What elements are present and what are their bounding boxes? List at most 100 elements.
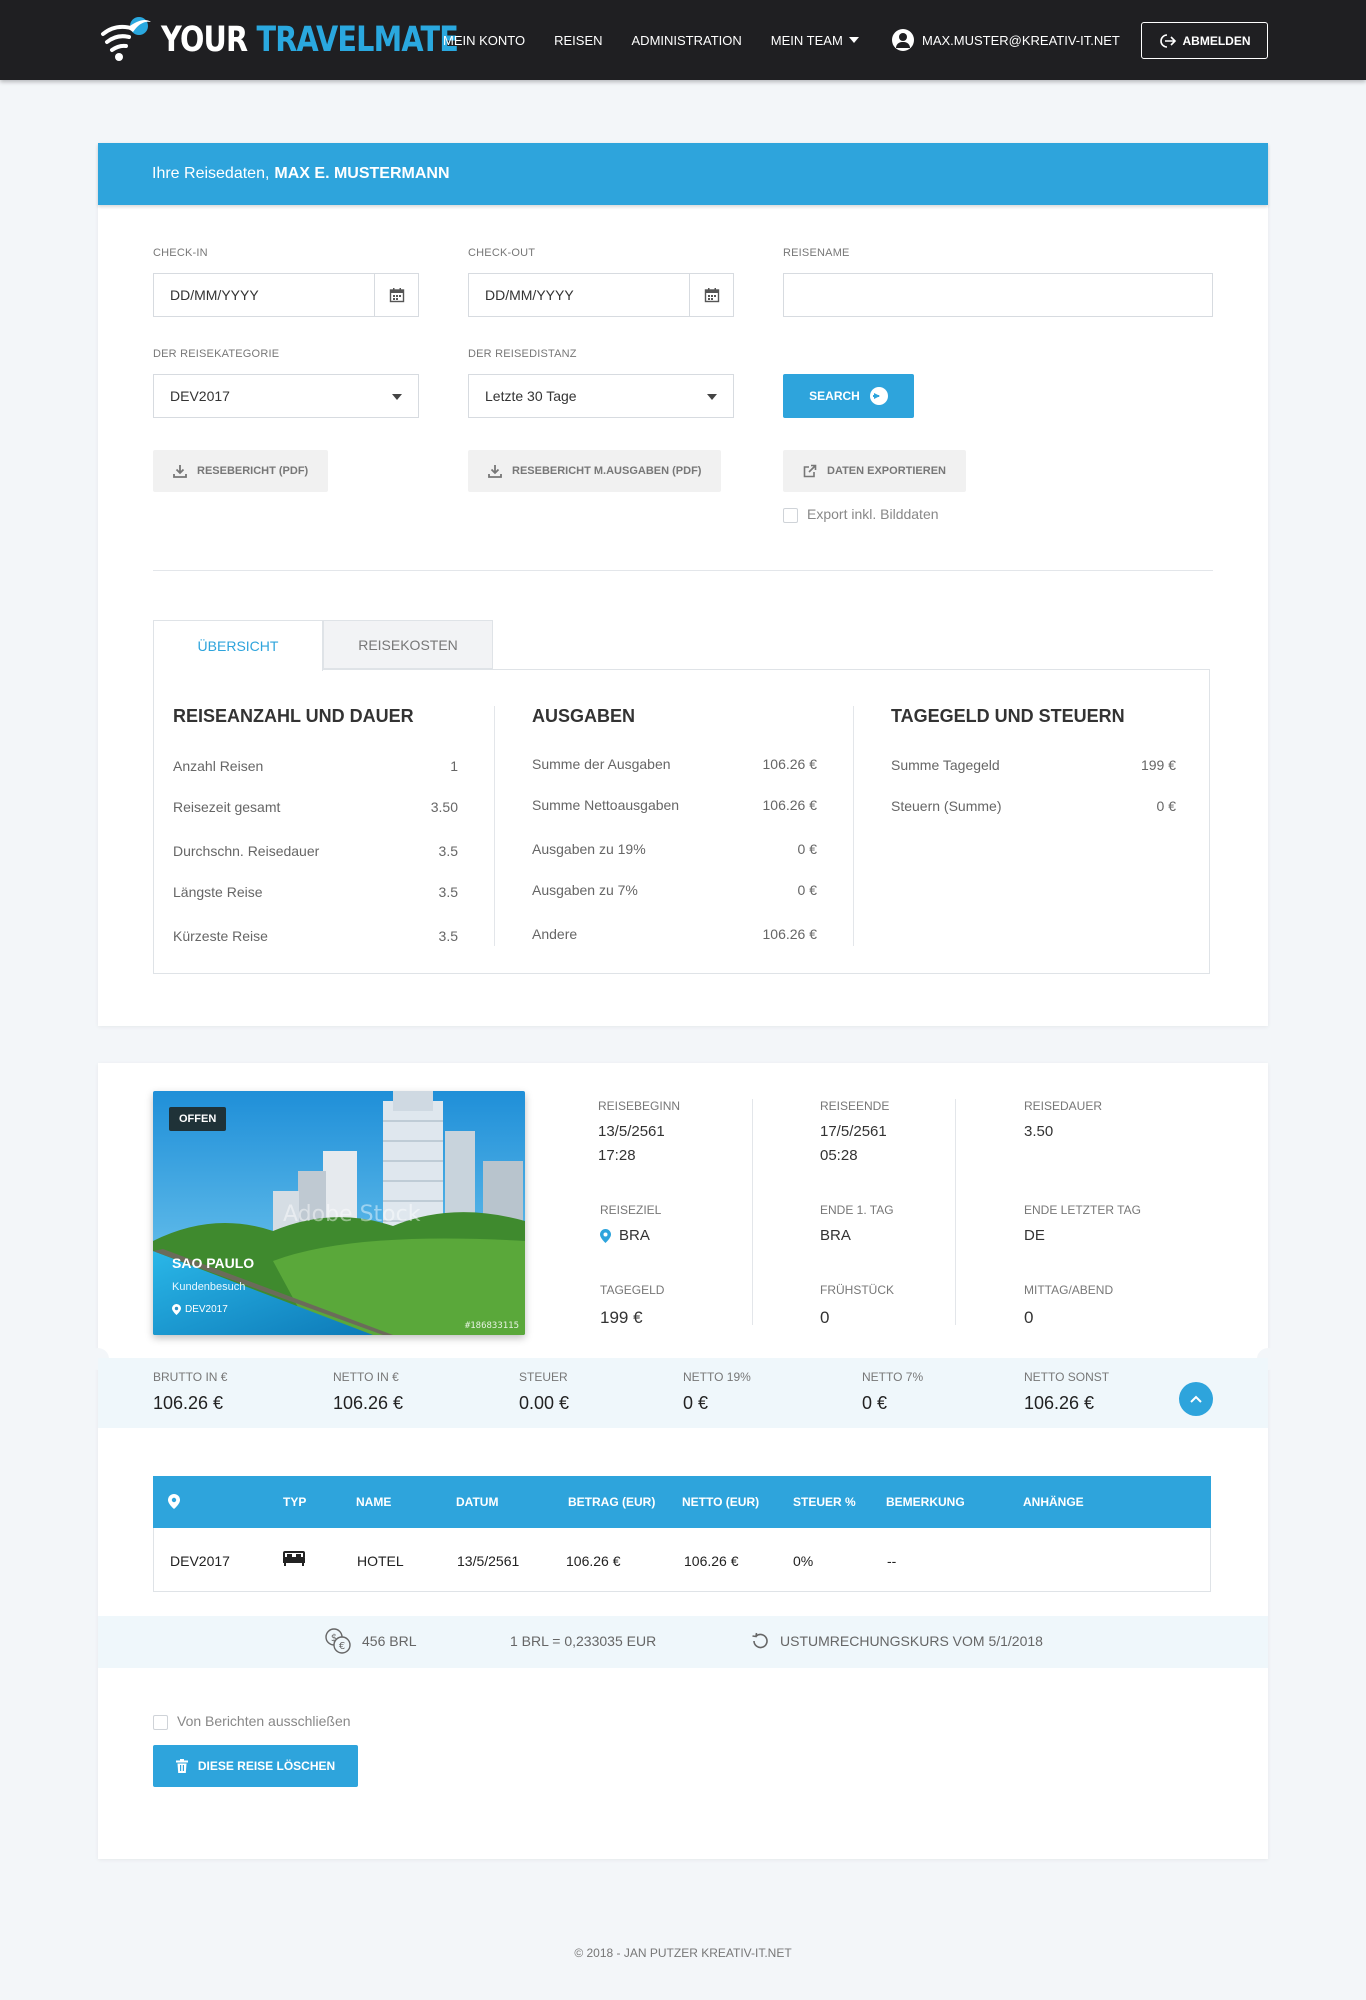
stat-value: 0 €: [797, 882, 817, 898]
delete-trip-button[interactable]: DIESE REISE LÖSCHEN: [153, 1745, 358, 1787]
column-divider: [853, 706, 854, 946]
col-title-ausgaben: AUSGABEN: [532, 706, 636, 726]
reisename-input[interactable]: [783, 273, 1213, 317]
distanz-value: Letzte 30 Tage: [485, 388, 577, 404]
nav-mein-team-label: MEIN TEAM: [770, 32, 843, 48]
stat-label: Längste Reise: [173, 884, 263, 900]
end-first-day-value: BRA: [820, 1227, 851, 1244]
main-nav: MEIN KONTO REISEN ADMINISTRATION MEIN TE…: [443, 0, 888, 80]
col-header-netto[interactable]: NETTO (EUR): [682, 1495, 759, 1509]
nav-administration[interactable]: ADMINISTRATION: [632, 33, 742, 48]
exclude-reports-checkbox[interactable]: [153, 1715, 168, 1730]
trip-subtitle: Kundenbesuch: [172, 1281, 246, 1293]
breakfast-value: 0: [820, 1308, 830, 1327]
tab-reisekosten[interactable]: REISEKOSTEN: [323, 620, 493, 669]
export-data-label: DATEN EXPORTIEREN: [827, 465, 946, 477]
trash-icon: [175, 1759, 188, 1773]
col-title-reiseanzahl: REISEANZAHL UND DAUER: [173, 706, 414, 726]
total-value: 0 €: [683, 1393, 709, 1413]
total-value: 106.26 €: [1024, 1393, 1095, 1413]
stat-label: Summe Tagegeld: [891, 757, 1000, 773]
logout-label: ABMELDEN: [1182, 33, 1251, 48]
distanz-select[interactable]: Letzte 30 Tage: [468, 374, 734, 418]
stat-label: Anzahl Reisen: [173, 758, 264, 774]
stat-value: 3.5: [438, 928, 458, 944]
logout-button[interactable]: ABMELDEN: [1141, 22, 1268, 59]
kategorie-label: DER REISEKATEGORIE: [153, 348, 280, 360]
col-header-typ[interactable]: TYP: [283, 1495, 306, 1509]
footer-copyright: © 2018 - JAN PUTZER KREATIV-IT.NET: [574, 1946, 792, 1960]
logo-word-your: YOUR: [161, 19, 248, 60]
col-header-steuer[interactable]: STEUER %: [793, 1495, 856, 1509]
user-avatar-icon: [892, 29, 914, 51]
calendar-icon[interactable]: [689, 274, 733, 316]
stat-value: 3.5: [438, 843, 458, 859]
column-divider: [955, 1099, 956, 1325]
col-header-anhaenge[interactable]: ANHÄNGE: [1023, 1495, 1084, 1509]
total-label: NETTO SONST: [1024, 1370, 1110, 1384]
report-expenses-pdf-button[interactable]: RESEBERICHT M.AUSGABEN (PDF): [468, 450, 722, 492]
tab-uebersicht[interactable]: ÜBERSICHT: [153, 620, 323, 671]
kategorie-select[interactable]: DEV2017: [153, 374, 419, 418]
totals-band: BRUTTO IN € 106.26 € NETTO IN € 106.26 €…: [98, 1358, 1268, 1428]
collapse-toggle-button[interactable]: [1179, 1382, 1213, 1416]
stat-label: Kürzeste Reise: [173, 928, 268, 944]
duration-label: REISEDAUER: [1024, 1099, 1103, 1113]
export-images-label: Export inkl. Bilddaten: [807, 506, 939, 522]
col-header-name[interactable]: NAME: [356, 1495, 391, 1509]
export-images-checkbox[interactable]: [783, 508, 798, 523]
stat-label: Ausgaben zu 19%: [532, 841, 646, 857]
trip-tag: DEV2017: [172, 1304, 228, 1315]
total-value: 106.26 €: [153, 1393, 224, 1413]
stat-value: 106.26 €: [762, 926, 818, 942]
cell-location: DEV2017: [170, 1553, 230, 1569]
search-label: SEARCH: [809, 389, 860, 403]
nav-mein-team[interactable]: MEIN TEAM: [771, 33, 859, 48]
header-user-name: MAX E. MUSTERMANN: [274, 165, 450, 182]
nav-reisen[interactable]: REISEN: [554, 33, 602, 48]
cell-name: HOTEL: [357, 1553, 404, 1569]
destination-code: BRA: [619, 1227, 650, 1244]
report-pdf-button[interactable]: RESEBERICHT (PDF): [153, 450, 329, 492]
trip-photo[interactable]: Adobe Stock OFFEN SAO PAULO Kundenbesuch…: [153, 1091, 525, 1335]
cell-note: --: [887, 1553, 897, 1569]
col-header-betrag[interactable]: BETRAG (EUR): [568, 1495, 655, 1509]
total-value: 106.26 €: [333, 1393, 404, 1413]
photo-watermark: Adobe Stock: [283, 1202, 421, 1227]
expenses-table-header: TYP NAME DATUM BETRAG (EUR) NETTO (EUR) …: [153, 1476, 1211, 1528]
stat-label: Summe Nettoausgaben: [532, 797, 680, 813]
currency-band: $ € 456 BRL 1 BRL = 0,233035 EUR USTUMREC…: [98, 1616, 1268, 1668]
nav-mein-konto[interactable]: MEIN KONTO: [443, 33, 525, 48]
search-button[interactable]: SEARCH: [783, 374, 914, 418]
stat-value: 106.26 €: [762, 797, 818, 813]
checkout-label: CHECK-OUT: [468, 247, 536, 259]
checkin-field[interactable]: DD/MM/YYYY: [153, 273, 419, 317]
stat-label: Ausgaben zu 7%: [532, 882, 638, 898]
svg-text:€: €: [339, 1641, 345, 1652]
stat-value: 0 €: [1156, 798, 1176, 814]
column-divider: [494, 706, 495, 946]
user-menu[interactable]: MAX.MUSTER@KREATIV-IT.NET: [892, 0, 1120, 80]
delete-trip-label: DIESE REISE LÖSCHEN: [197, 1759, 336, 1773]
export-data-button[interactable]: DATEN EXPORTIEREN: [783, 450, 966, 492]
total-value: 0 €: [862, 1393, 888, 1413]
chevron-up-icon: [1190, 1395, 1202, 1403]
travel-data-card: Ihre Reisedaten, MAX E. MUSTERMANN CHECK…: [98, 143, 1268, 1026]
checkin-label: CHECK-IN: [153, 247, 208, 259]
checkout-field[interactable]: DD/MM/YYYY: [468, 273, 734, 317]
col-title-tagegeld: TAGEGELD UND STEUERN: [891, 706, 1125, 726]
stat-label: Reisezeit gesamt: [173, 799, 281, 815]
destination-label: REISEZIEL: [600, 1203, 662, 1217]
fx-amount-value: 456 BRL: [362, 1633, 417, 1649]
cell-tax: 0%: [793, 1553, 814, 1569]
col-header-bemerkung[interactable]: BEMERKUNG: [886, 1495, 965, 1509]
end-label: REISEENDE: [820, 1099, 890, 1113]
caret-down-icon: [848, 36, 859, 43]
col-header-datum[interactable]: DATUM: [456, 1495, 498, 1509]
download-icon: [488, 465, 502, 478]
lunch-value: 0: [1024, 1308, 1034, 1327]
end-last-day-value: DE: [1024, 1227, 1045, 1244]
total-label: NETTO 7%: [862, 1370, 924, 1384]
calendar-icon[interactable]: [374, 274, 418, 316]
per-diem-value: 199 €: [600, 1308, 643, 1327]
